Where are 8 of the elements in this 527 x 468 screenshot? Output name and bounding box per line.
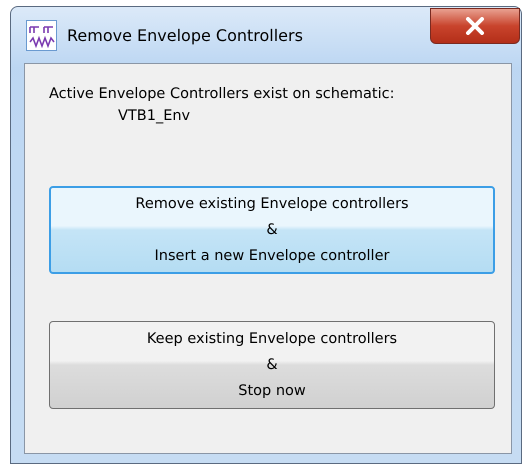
choice-button[interactable]: Keep existing Envelope controllers & Stop now [49, 321, 495, 409]
choice-button[interactable]: Remove existing Envelope controllers & Insert a new Envelope controller [49, 186, 495, 274]
close-icon [464, 17, 486, 35]
schematic-name: VTB1_Env [118, 108, 192, 124]
window-title: Remove Envelope Controllers [67, 26, 303, 44]
message-text: Active Envelope Controllers exist on schematic: [49, 86, 396, 102]
close-button[interactable] [430, 8, 520, 44]
waveform-icon [26, 20, 57, 50]
